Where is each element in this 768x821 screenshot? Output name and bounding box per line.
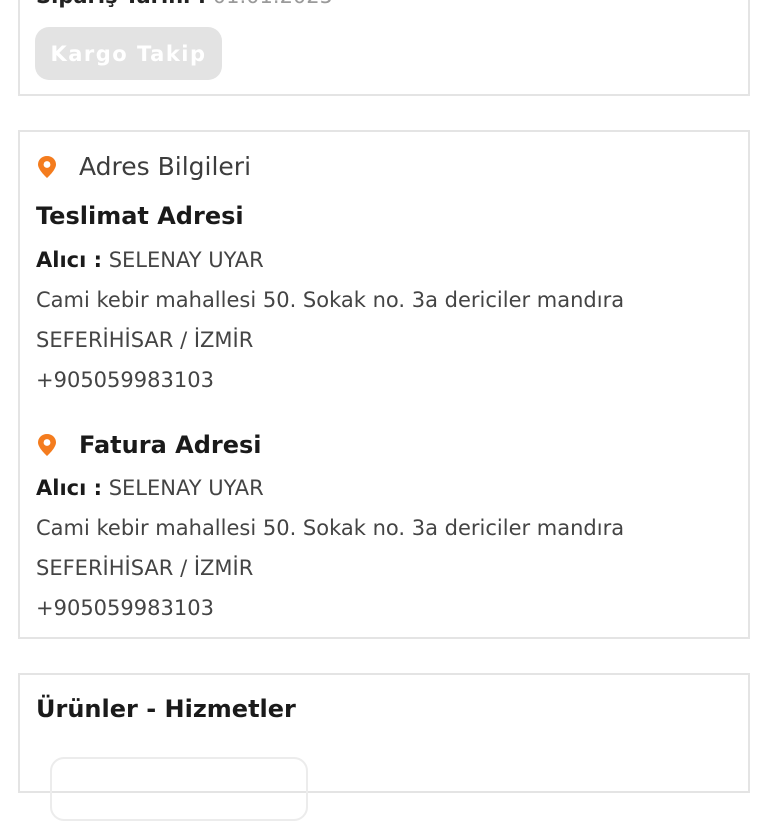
- products-services-card: Ürünler - Hizmetler: [18, 673, 750, 821]
- billing-address-title: Fatura Adresi: [79, 431, 262, 459]
- map-pin-icon: [36, 155, 60, 179]
- delivery-phone: +905059983103: [36, 368, 214, 392]
- billing-phone: +905059983103: [36, 596, 214, 620]
- delivery-street: Cami kebir mahallesi 50. Sokak no. 3a de…: [36, 288, 625, 312]
- delivery-address-title: Teslimat Adresi: [36, 202, 244, 230]
- product-item[interactable]: [50, 757, 308, 821]
- billing-city: SEFERİHİSAR / İZMİR: [36, 556, 254, 580]
- delivery-recipient-label: Alıcı :: [36, 248, 103, 272]
- billing-recipient-label: Alıcı :: [36, 476, 103, 500]
- kargo-takip-button[interactable]: Kargo Takip: [35, 27, 222, 80]
- order-date-label: Sipariş Tarihi :: [36, 0, 206, 8]
- map-pin-icon: [36, 433, 60, 457]
- billing-street: Cami kebir mahallesi 50. Sokak no. 3a de…: [36, 516, 625, 540]
- order-summary-card: Sipariş Tarihi : 01.01.2025 Kargo Takip: [18, 0, 750, 96]
- address-section-header: Adres Bilgileri: [36, 152, 251, 181]
- delivery-city: SEFERİHİSAR / İZMİR: [36, 328, 254, 352]
- delivery-recipient-name: SELENAY UYAR: [108, 248, 264, 272]
- address-section-title: Adres Bilgileri: [79, 152, 252, 181]
- billing-address-header: Fatura Adresi: [36, 431, 262, 459]
- billing-recipient-name: SELENAY UYAR: [108, 476, 264, 500]
- delivery-recipient-row: Alıcı : SELENAY UYAR: [36, 248, 264, 272]
- products-section-title: Ürünler - Hizmetler: [36, 695, 296, 723]
- address-info-card: Adres Bilgileri Teslimat Adresi Alıcı : …: [18, 130, 750, 639]
- order-date-row: Sipariş Tarihi : 01.01.2025: [36, 0, 333, 8]
- order-date-value: 01.01.2025: [213, 0, 333, 8]
- billing-recipient-row: Alıcı : SELENAY UYAR: [36, 476, 264, 500]
